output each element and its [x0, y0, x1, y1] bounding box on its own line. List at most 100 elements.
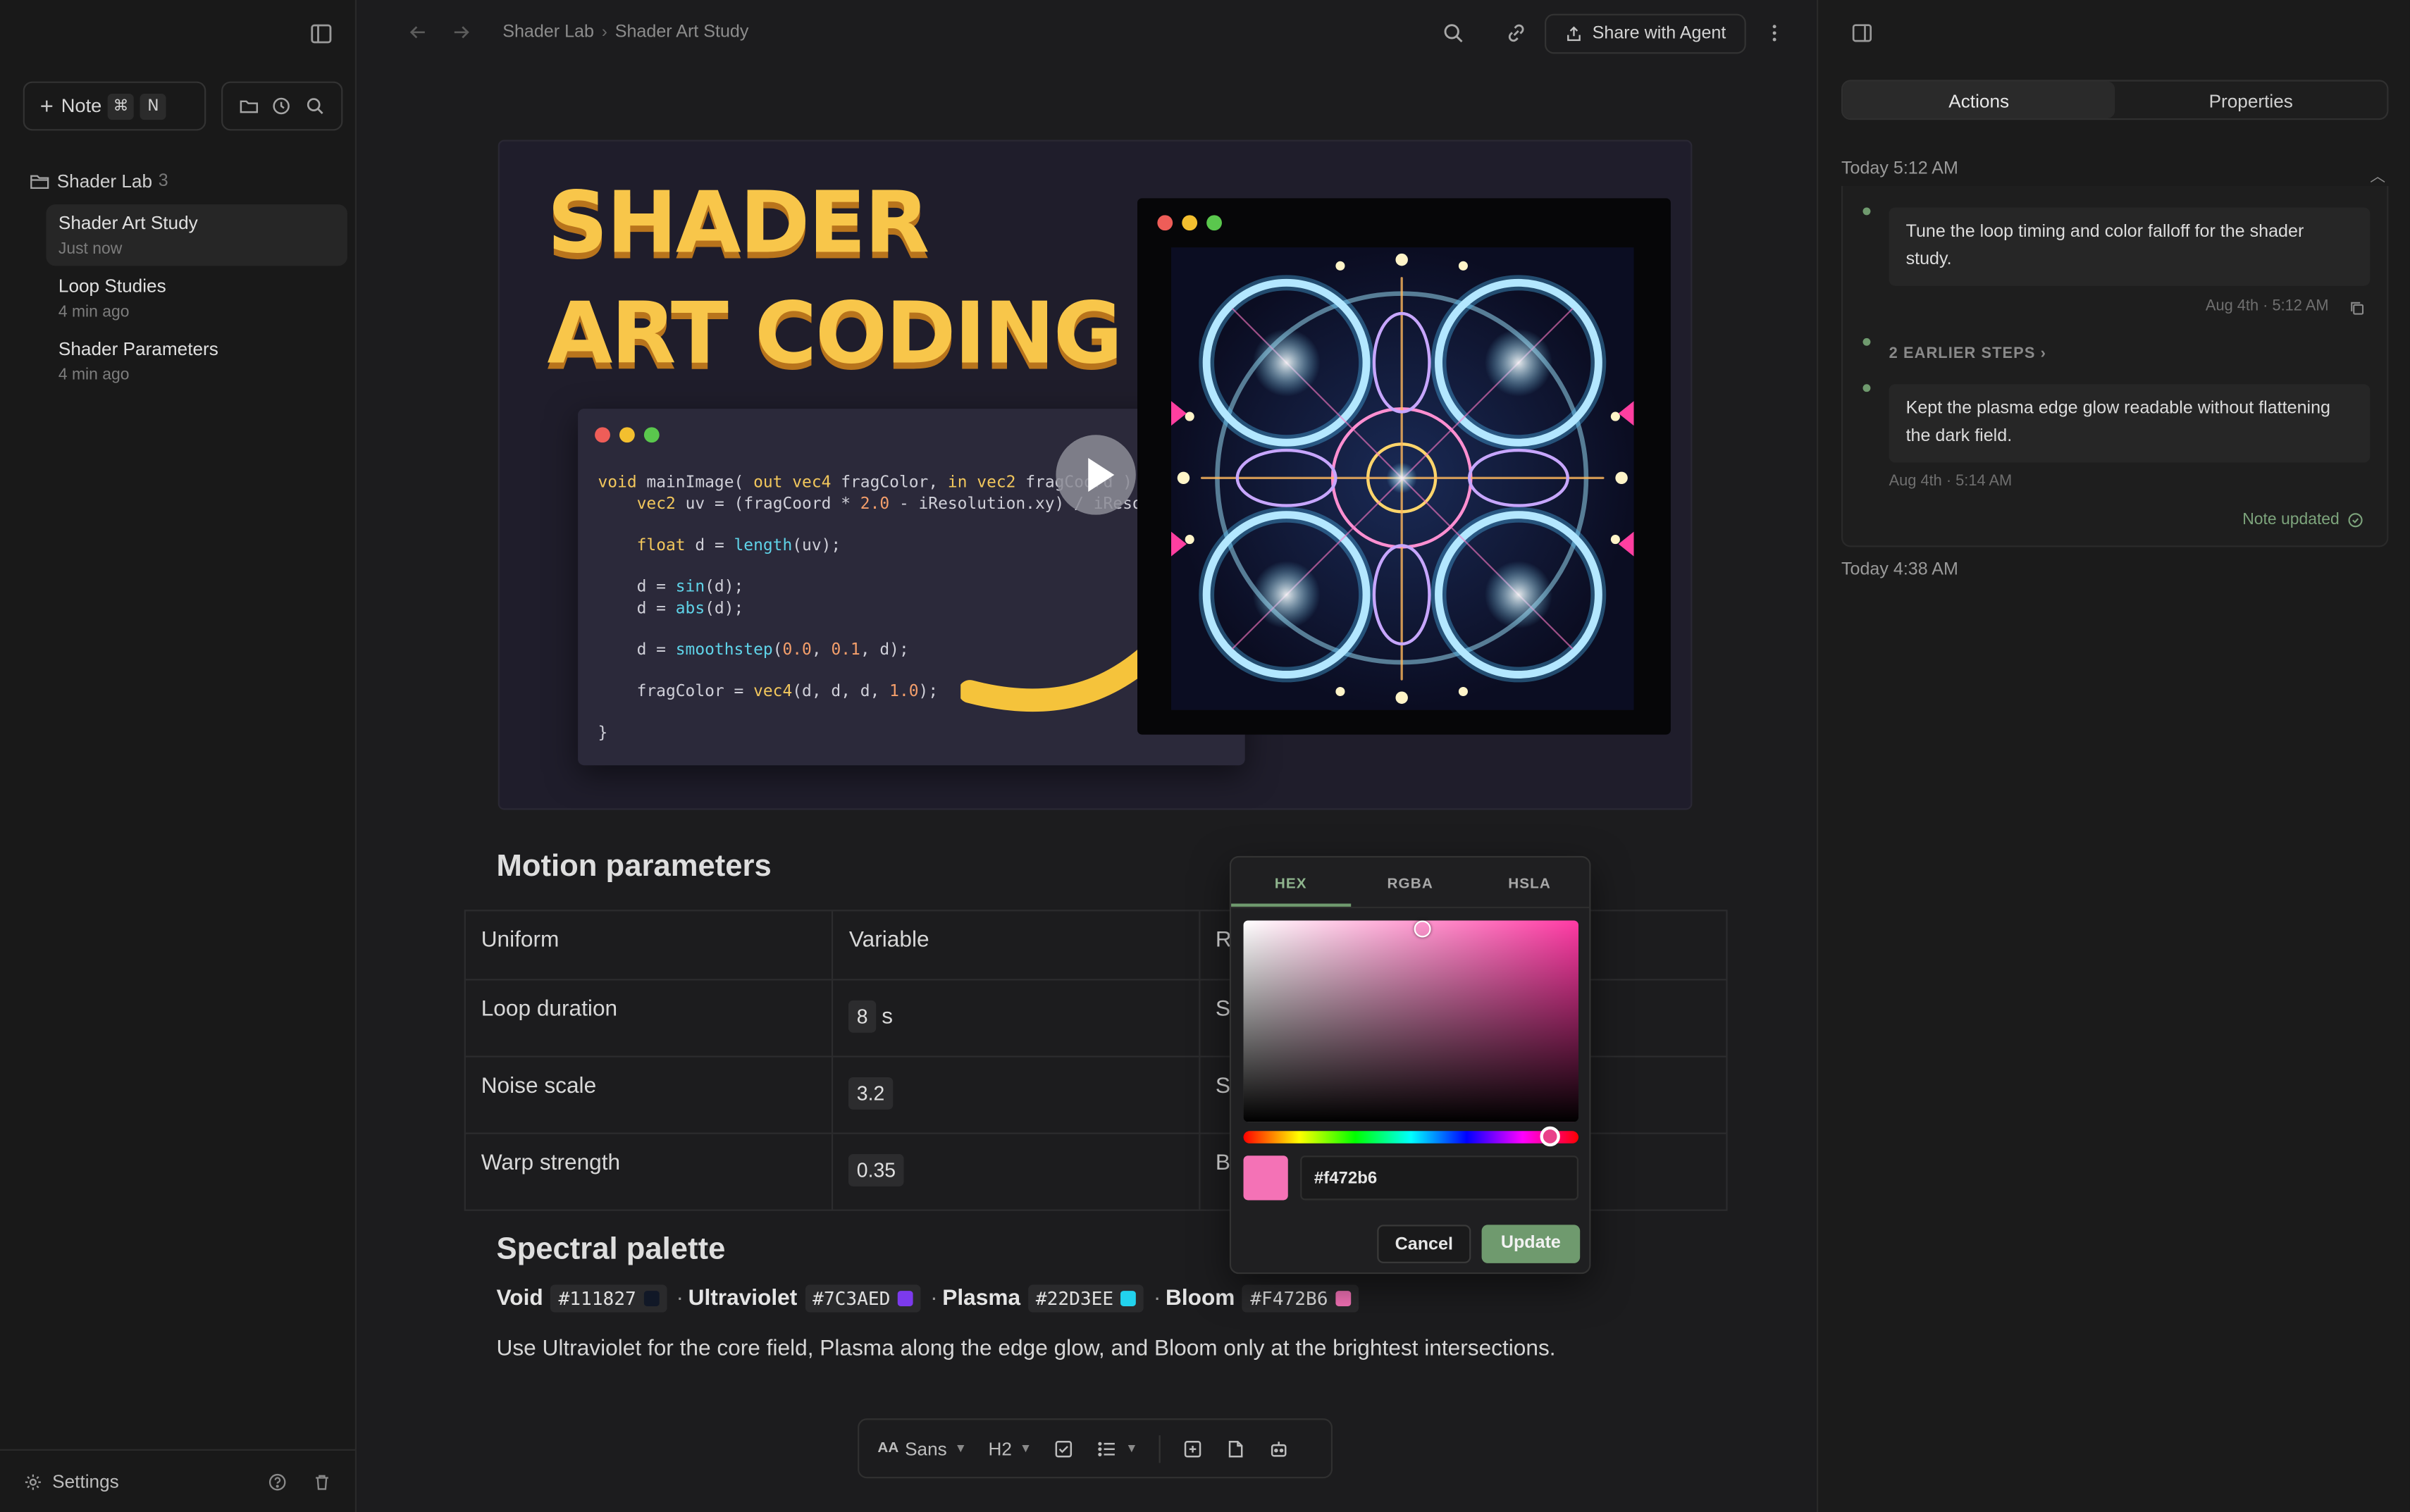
color-swatch[interactable]	[898, 1291, 914, 1306]
palette-hex-chip[interactable]: #22D3EE	[1027, 1284, 1144, 1313]
hue-handle[interactable]	[1540, 1126, 1560, 1147]
palette-hex-value: #111827	[558, 1287, 636, 1310]
color-swatch[interactable]	[643, 1291, 660, 1306]
font-select[interactable]: AA Sans ▼	[877, 1437, 967, 1459]
note-item[interactable]: Shader Art Study Just now	[46, 204, 347, 266]
note-time: 4 min ago	[58, 366, 130, 385]
link-icon[interactable]	[1504, 22, 1528, 45]
tab-properties[interactable]: Properties	[2115, 82, 2387, 118]
history-icon[interactable]	[271, 95, 293, 117]
search-icon[interactable]	[304, 95, 326, 117]
panel-tabs: Actions Properties	[1841, 80, 2389, 120]
tab-actions[interactable]: Actions	[1843, 81, 2115, 118]
cancel-button[interactable]: Cancel	[1377, 1225, 1471, 1263]
palette-hex-value: #22D3EE	[1035, 1287, 1114, 1310]
color-swatch[interactable]	[1121, 1291, 1137, 1306]
hero-image: SHADER ART CODING void mainImage( out ve…	[498, 140, 1693, 810]
palette-separator: ·	[930, 1286, 938, 1311]
tab-hsla[interactable]: HSLA	[1470, 857, 1589, 907]
add-block-icon	[1185, 1439, 1201, 1457]
palette-color-name: Bloom	[1166, 1286, 1235, 1311]
share-with-agent-button[interactable]: Share with Agent	[1545, 13, 1746, 54]
new-note-button[interactable]: + Note ⌘ N	[23, 81, 206, 131]
message-bubble: Tune the loop timing and color falloff f…	[1889, 207, 2371, 286]
more-vertical-icon[interactable]	[1763, 22, 1786, 45]
variable-cell[interactable]: 8 s	[832, 980, 1199, 1056]
settings-button[interactable]: Settings	[23, 1470, 119, 1492]
breadcrumb-item[interactable]: Shader Lab	[502, 23, 594, 42]
uniform-cell[interactable]: Warp strength	[466, 1134, 832, 1210]
play-button-icon[interactable]	[1056, 435, 1136, 515]
list-button[interactable]: ▼	[1096, 1437, 1137, 1459]
folder-shader-lab[interactable]: Shader Lab 3	[29, 171, 168, 192]
sidebar-action-group	[221, 81, 343, 131]
back-arrow-icon[interactable]	[407, 22, 429, 44]
trash-icon[interactable]	[312, 1473, 332, 1492]
uniform-cell[interactable]: Loop duration	[466, 981, 832, 1056]
folder-icon[interactable]	[238, 95, 260, 117]
palette-color-name: Void	[496, 1286, 543, 1311]
hex-input[interactable]: #f472b6	[1300, 1155, 1579, 1201]
folder-name: Shader Lab	[56, 171, 153, 192]
uniform-cell[interactable]: Noise scale	[466, 1058, 832, 1133]
breadcrumb: Shader Lab › Shader Art Study	[502, 23, 748, 42]
page-button[interactable]	[1225, 1437, 1247, 1459]
folder-count: 3	[158, 172, 168, 191]
copy-icon[interactable]	[2349, 299, 2366, 316]
picker-tabs: HEX RGBA HSLA	[1231, 857, 1590, 909]
heading-label: H2	[988, 1437, 1012, 1459]
activity-group-header[interactable]: Today 5:12 AM	[1841, 160, 1958, 178]
help-icon[interactable]	[268, 1473, 288, 1492]
note-item[interactable]: Loop Studies 4 min ago	[46, 268, 347, 329]
status-label: Note updated	[2242, 510, 2340, 529]
chevron-up-icon[interactable]: ︿	[2370, 163, 2385, 186]
earlier-steps-toggle[interactable]: 2 EARLIER STEPS ›	[1889, 346, 2046, 363]
shortcut-key: N	[140, 92, 166, 120]
note-title: Shader Art Study	[58, 211, 198, 234]
heading-select[interactable]: H2 ▼	[988, 1437, 1032, 1459]
toolbar-divider	[1159, 1434, 1161, 1463]
font-label: Sans	[905, 1437, 947, 1459]
palette-line: Void #111827 · Ultraviolet #7C3AED · Plasma #22…	[496, 1284, 1367, 1313]
share-icon	[1567, 26, 1581, 42]
timeline-dot	[1862, 337, 1871, 346]
palette-hex-value: #7C3AED	[812, 1287, 891, 1310]
tab-rgba[interactable]: RGBA	[1350, 857, 1469, 907]
checkbox-button[interactable]	[1053, 1437, 1075, 1459]
activity-group-header[interactable]: Today 4:38 AM	[1841, 561, 1958, 579]
note-time: 4 min ago	[58, 302, 130, 321]
hue-slider[interactable]	[1243, 1126, 1579, 1147]
palette-color-name: Ultraviolet	[688, 1286, 798, 1311]
agent-button[interactable]	[1268, 1437, 1290, 1459]
value-chip[interactable]: 0.35	[848, 1154, 903, 1186]
folder-open-icon	[30, 175, 49, 190]
search-icon[interactable]	[1442, 22, 1465, 45]
color-swatch[interactable]	[1335, 1291, 1352, 1306]
timeline-dot	[1862, 207, 1871, 216]
saturation-handle[interactable]	[1414, 920, 1431, 938]
value-chip[interactable]: 3.2	[848, 1077, 893, 1110]
update-button[interactable]: Update	[1481, 1225, 1581, 1263]
chevron-down-icon: ▼	[954, 1441, 967, 1456]
message-timestamp: Aug 4th · 5:12 AM	[2205, 298, 2329, 316]
palette-hex-chip[interactable]: #F472B6	[1242, 1284, 1359, 1313]
code-line: }	[598, 724, 608, 743]
insert-block-button[interactable]	[1182, 1437, 1204, 1459]
breadcrumb-item[interactable]: Shader Art Study	[615, 23, 749, 42]
palette-hex-chip[interactable]: #7C3AED	[805, 1284, 922, 1313]
tab-hex[interactable]: HEX	[1231, 857, 1351, 907]
saturation-value-area[interactable]	[1243, 920, 1579, 1122]
variable-cell[interactable]: 3.2	[832, 1057, 1199, 1133]
check-circle-icon	[2348, 512, 2363, 527]
note-item[interactable]: Shader Parameters 4 min ago	[46, 330, 347, 392]
palette-hex-chip[interactable]: #111827	[550, 1284, 667, 1313]
variable-cell[interactable]: 0.35	[832, 1134, 1199, 1210]
window-dots	[1157, 215, 1222, 231]
panel-toggle-icon[interactable]	[1850, 22, 1874, 45]
plus-icon: +	[39, 92, 54, 120]
value-chip[interactable]: 8	[848, 1000, 876, 1033]
color-picker-popover: HEX RGBA HSLA #f472b6 Cancel Update	[1229, 855, 1591, 1275]
sidebar-toggle-icon[interactable]	[309, 22, 333, 47]
forward-arrow-icon[interactable]	[450, 22, 472, 44]
